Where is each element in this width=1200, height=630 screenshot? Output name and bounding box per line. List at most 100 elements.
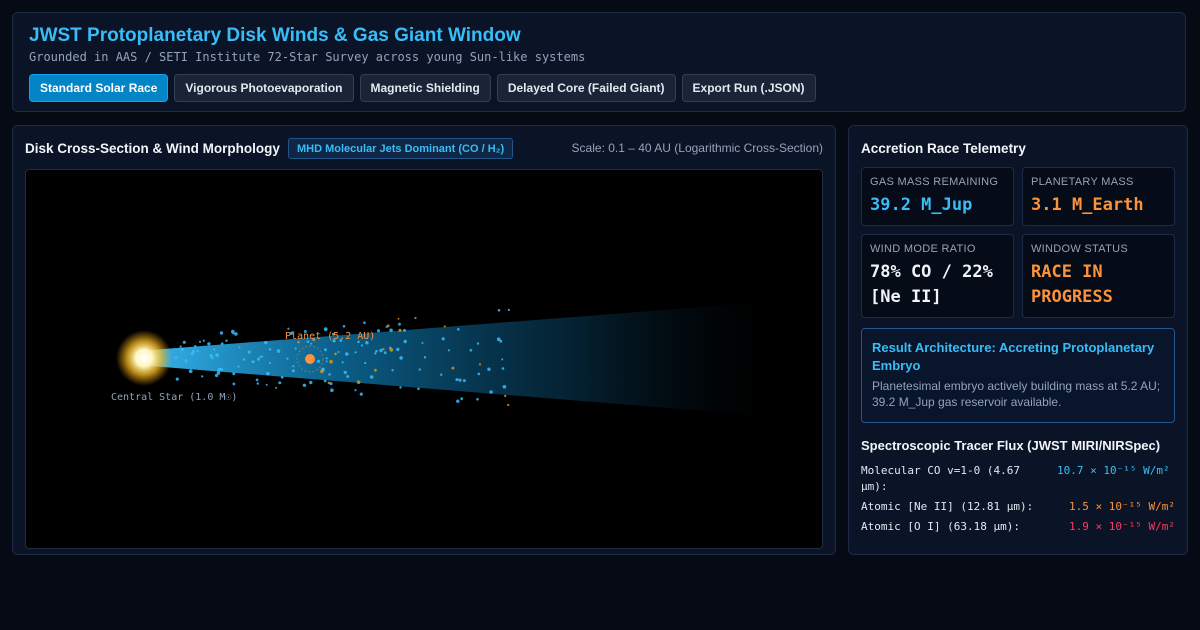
- flux-name: Atomic [Ne II] (12.81 μm):: [861, 500, 1034, 513]
- wind-particle: [193, 345, 197, 348]
- result-title: Result Architecture: Accreting Protoplan…: [872, 340, 1155, 373]
- wind-particle: [238, 346, 241, 349]
- wind-particle: [502, 385, 507, 389]
- wind-particle: [266, 371, 270, 376]
- wind-particle: [231, 329, 235, 334]
- wind-particle: [469, 348, 473, 352]
- vigorous-photoevaporation-button[interactable]: Vigorous Photoevaporation: [174, 74, 354, 102]
- wind-particle: [376, 329, 381, 333]
- wind-particle: [346, 375, 350, 378]
- wind-particle: [443, 325, 446, 328]
- planet-label: Planet (5.2 AU): [285, 331, 375, 342]
- wind-particle: [207, 342, 211, 346]
- wind-particle: [345, 352, 349, 356]
- wind-particle: [257, 357, 260, 361]
- wind-particle: [487, 367, 491, 371]
- wind-particle: [451, 366, 455, 370]
- star-label: Central Star (1.0 M☉): [111, 392, 237, 403]
- wind-particle: [232, 372, 236, 376]
- wind-particle: [403, 339, 407, 344]
- wind-mode-ratio-card: Wind Mode Ratio 78% CO / 22% [Ne II]: [861, 234, 1014, 318]
- standard-solar-race-button[interactable]: Standard Solar Race: [29, 74, 169, 102]
- wind-particle: [192, 349, 195, 353]
- wind-mode-badge: MHD Molecular Jets Dominant (CO / H₂): [288, 138, 514, 159]
- wind-particle: [399, 386, 402, 389]
- wind-particle: [316, 359, 321, 363]
- wind-particle: [501, 367, 505, 370]
- wind-particle: [320, 369, 324, 374]
- wind-particle: [389, 348, 394, 352]
- wind-particle: [264, 340, 268, 345]
- wind-particle: [180, 347, 185, 351]
- magnetic-shielding-button[interactable]: Magnetic Shielding: [359, 74, 491, 102]
- wind-particle: [325, 360, 328, 363]
- wind-particle: [504, 394, 507, 398]
- wind-particle: [247, 350, 251, 354]
- wind-particle: [261, 355, 264, 358]
- wind-particle: [496, 337, 501, 341]
- result-architecture-box: Result Architecture: Accreting Protoplan…: [861, 328, 1175, 423]
- visualization-title: Disk Cross-Section & Wind Morphology: [25, 141, 280, 156]
- wind-particle: [220, 368, 224, 371]
- wind-particle: [188, 369, 193, 374]
- wind-particle: [310, 342, 313, 345]
- wind-particle: [374, 352, 377, 355]
- delayed-core-button[interactable]: Delayed Core (Failed Giant): [496, 74, 676, 102]
- wind-particle: [421, 342, 424, 344]
- planetary-mass-card: Planetary Mass 3.1 M_Earth: [1022, 167, 1175, 226]
- wind-particle: [278, 381, 282, 385]
- wind-particle: [476, 398, 479, 401]
- wind-particle: [383, 351, 387, 355]
- wind-particle: [329, 359, 333, 364]
- wind-particle: [184, 359, 188, 363]
- wind-particle: [343, 370, 347, 375]
- wind-particle: [220, 342, 224, 346]
- wind-particle: [414, 316, 417, 320]
- wind-particle: [337, 351, 340, 353]
- wind-particle: [213, 348, 216, 351]
- wind-particle: [391, 369, 394, 372]
- planetary-mass-value: 3.1 M_Earth: [1031, 195, 1144, 215]
- wind-particle: [462, 379, 466, 383]
- wind-particle: [202, 339, 205, 342]
- wind-particle: [179, 345, 182, 348]
- wind-particle: [359, 392, 363, 396]
- wind-particle: [417, 387, 420, 391]
- wind-particle: [292, 365, 295, 368]
- wind-particle: [374, 368, 377, 372]
- wind-particle: [341, 361, 344, 364]
- wind-particle: [403, 328, 406, 332]
- wind-particle: [234, 332, 238, 336]
- disk-canvas[interactable]: Planet (5.2 AU) Central Star (1.0 M☉): [25, 169, 823, 549]
- wind-particle: [256, 382, 259, 385]
- card-label: Gas Mass Remaining: [870, 176, 999, 188]
- planet-marker[interactable]: [305, 354, 315, 364]
- wind-particle: [286, 357, 289, 360]
- wind-particle: [418, 368, 421, 371]
- card-label: Wind Mode Ratio: [870, 243, 976, 255]
- wind-particle: [476, 342, 480, 345]
- wind-particle: [175, 377, 179, 381]
- wind-particle: [460, 397, 464, 401]
- wind-particle: [477, 372, 481, 376]
- wind-particle: [398, 322, 401, 326]
- wind-particle: [328, 373, 331, 376]
- flux-row-ne-ii: Atomic [Ne II] (12.81 μm): 1.5 × 10⁻¹⁵ W…: [861, 499, 1175, 515]
- flux-value: 1.5 × 10⁻¹⁵ W/m²: [1069, 500, 1175, 513]
- export-run-button[interactable]: Export Run (.JSON): [681, 74, 816, 102]
- wind-particle: [242, 358, 246, 361]
- wind-particle: [507, 403, 510, 407]
- wind-particle: [478, 363, 482, 366]
- wind-particle: [397, 317, 400, 320]
- gas-mass-value: 39.2 M_Jup: [870, 195, 973, 215]
- page-title: JWST Protoplanetary Disk Winds & Gas Gia…: [29, 25, 521, 46]
- central-star: [116, 330, 172, 386]
- wind-particle: [363, 321, 366, 324]
- wind-particle: [265, 383, 268, 386]
- wind-particle: [398, 328, 402, 332]
- telemetry-title: Accretion Race Telemetry: [861, 141, 1026, 156]
- wind-particle: [375, 349, 378, 353]
- wind-particle: [489, 390, 493, 394]
- wind-particle: [334, 352, 337, 356]
- wind-particle: [342, 325, 346, 328]
